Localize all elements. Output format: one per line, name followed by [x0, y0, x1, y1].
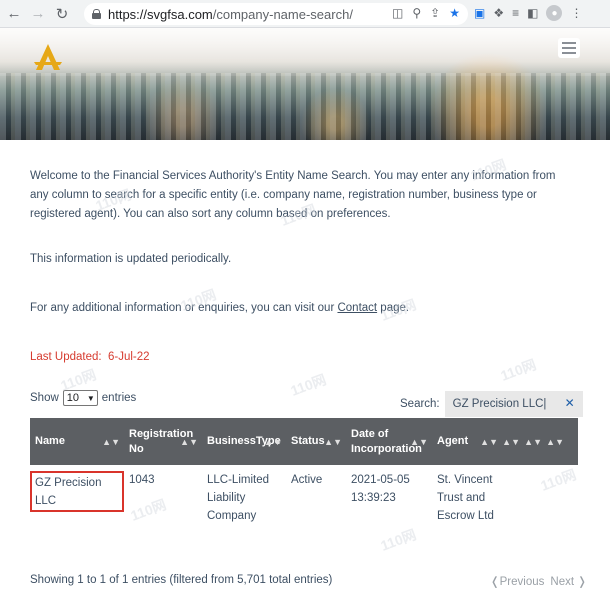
back-arrow-icon[interactable]: ← [4, 4, 24, 24]
sort-icon: ▲▼ [524, 437, 542, 447]
translate-icon[interactable]: ◫ [392, 6, 403, 20]
sort-icon: ▲▼ [480, 437, 498, 447]
business-type-cell: LLC-Limited Liability Company [207, 474, 269, 522]
fsa-logo-icon [34, 44, 62, 70]
reading-list-icon[interactable]: ≡ [512, 6, 519, 20]
table-info: Showing 1 to 1 of 1 entries (filtered fr… [30, 574, 333, 586]
forward-arrow-icon[interactable]: → [28, 4, 48, 24]
puzzle-extensions-icon[interactable]: ❖ [493, 6, 504, 20]
hamburger-menu-icon[interactable] [558, 38, 580, 58]
date-cell: 2021-05-05 13:39:23 [351, 474, 410, 504]
search-input[interactable]: GZ Precision LLC | ✕ [444, 391, 583, 417]
sort-icon: ▲▼ [180, 437, 198, 447]
watermark: 110网 [378, 526, 419, 554]
table-row: GZ Precision LLC 1043 LLC-Limited Liabil… [30, 465, 578, 525]
share-icon[interactable]: ⇪ [430, 6, 440, 20]
contact-line: For any additional information or enquir… [30, 302, 410, 314]
contact-link[interactable]: Contact [337, 302, 377, 314]
extension-icon[interactable]: ▣ [474, 6, 485, 20]
column-header-extra-3[interactable]: ▲▼ [546, 418, 568, 465]
show-entries-control: Show 10 ▼ entries [30, 390, 137, 406]
reload-icon[interactable]: ↻ [52, 4, 72, 24]
intro-paragraph: Welcome to the Financial Services Author… [30, 170, 556, 220]
status-cell: Active [291, 474, 323, 486]
agent-cell: St. Vincent Trust and Escrow Ltd [437, 474, 494, 522]
column-header-business-type[interactable]: BusinessType ▲▼ [202, 418, 286, 465]
clear-search-icon[interactable]: ✕ [565, 396, 575, 410]
hero-banner [0, 28, 610, 140]
zoom-icon[interactable]: ⚲ [412, 6, 421, 20]
sort-icon: ▲▼ [502, 437, 520, 447]
entity-table: Name ▲▼ Registration No ▲▼ BusinessType ▲▼ … [30, 418, 578, 525]
more-menu-icon[interactable]: ⋮ [570, 6, 582, 20]
watermark: 110网 [498, 356, 539, 384]
url-text[interactable]: https://svgfsa.com/company-name-search/ [108, 7, 353, 22]
sort-icon: ▲▼ [410, 437, 428, 447]
search-control: Search: GZ Precision LLC | ✕ [400, 391, 583, 417]
next-button[interactable]: Next ❭ [550, 574, 587, 588]
column-header-status[interactable]: Status ▲▼ [286, 418, 346, 465]
column-header-registration[interactable]: Registration No ▲▼ [124, 418, 202, 465]
column-header-date[interactable]: Date of Incorporation ▲▼ [346, 418, 432, 465]
address-bar[interactable]: https://svgfsa.com/company-name-search/ … [84, 3, 468, 25]
column-header-extra-2[interactable]: ▲▼ [524, 418, 546, 465]
profile-avatar-icon[interactable]: ● [546, 5, 563, 21]
column-header-agent[interactable]: Agent ▲▼ [432, 418, 502, 465]
last-updated: Last Updated: 6-Jul-22 [30, 351, 150, 363]
sort-icon: ▲▼ [102, 437, 120, 447]
side-panel-icon[interactable]: ◧ [527, 6, 538, 20]
entries-select[interactable]: 10 ▼ [62, 390, 98, 406]
update-note: This information is updated periodically… [30, 253, 232, 265]
lock-icon[interactable] [92, 9, 101, 19]
table-header: Name ▲▼ Registration No ▲▼ BusinessType ▲▼ … [30, 418, 578, 465]
pagination: ❬Previous Next ❭ [490, 574, 587, 588]
bookmark-star-icon[interactable]: ★ [449, 6, 460, 20]
previous-button[interactable]: ❬Previous [490, 574, 544, 588]
sort-icon: ▲▼ [324, 437, 342, 447]
registration-no-cell: 1043 [129, 474, 155, 486]
sort-icon: ▲▼ [264, 437, 282, 447]
company-name-cell: GZ Precision LLC [30, 471, 124, 512]
column-header-name[interactable]: Name ▲▼ [30, 418, 124, 465]
browser-toolbar: ← → ↻ https://svgfsa.com/company-name-se… [0, 0, 610, 28]
sort-icon: ▲▼ [546, 437, 564, 447]
column-header-extra-1[interactable]: ▲▼ [502, 418, 524, 465]
watermark: 110网 [288, 371, 329, 399]
chevron-down-icon: ▼ [86, 393, 95, 403]
